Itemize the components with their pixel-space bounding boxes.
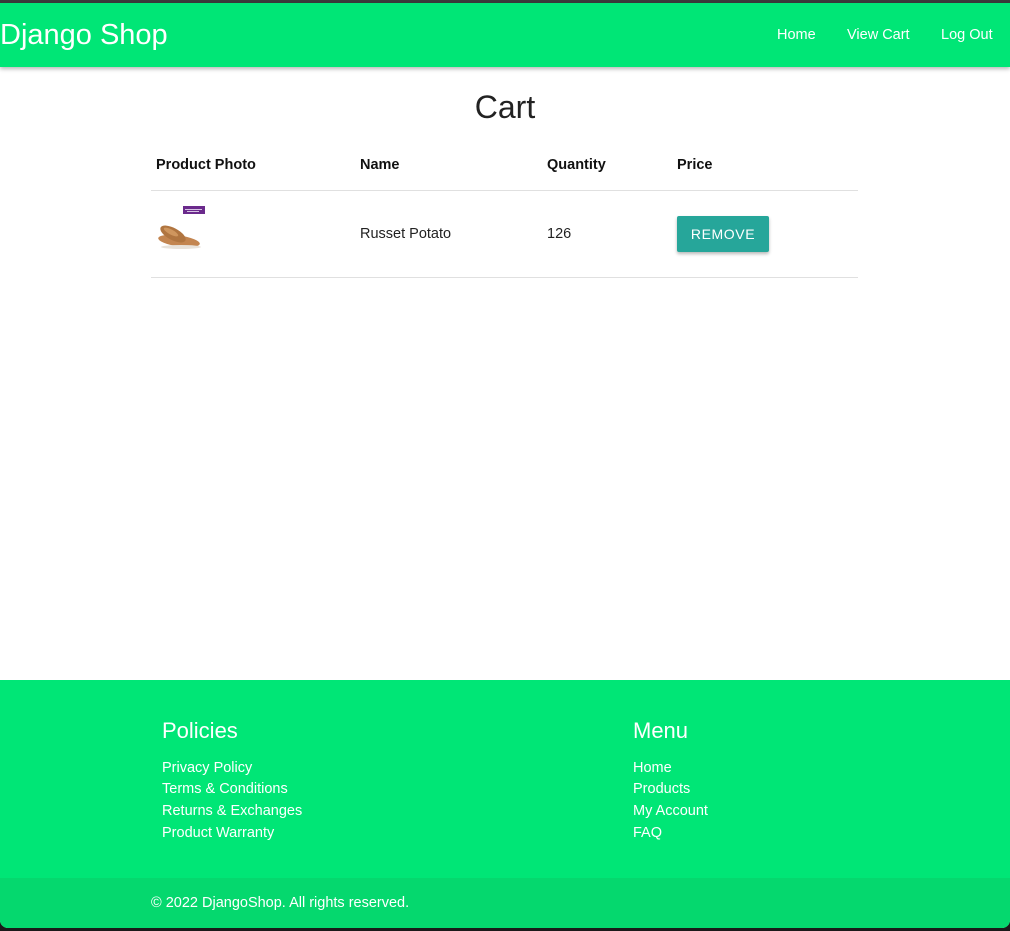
footer: Policies Privacy Policy Terms & Conditio… <box>0 680 1010 928</box>
nav-view-cart-link[interactable]: View Cart <box>847 25 910 45</box>
column-header-price: Price <box>677 157 713 173</box>
footer-link-home[interactable]: Home <box>633 759 672 777</box>
potato-image <box>158 206 205 249</box>
browser-window: Django Shop Home View Cart Log Out Cart … <box>0 0 1010 928</box>
footer-link-product-warranty[interactable]: Product Warranty <box>162 824 274 842</box>
nav-home-link[interactable]: Home <box>777 25 816 45</box>
footer-policies-heading: Policies <box>162 718 238 743</box>
nav-log-out-link[interactable]: Log Out <box>941 25 993 45</box>
footer-link-privacy-policy[interactable]: Privacy Policy <box>162 759 252 777</box>
column-header-quantity: Quantity <box>547 157 606 173</box>
footer-menu-heading: Menu <box>633 718 689 743</box>
footer-link-returns-exchanges[interactable]: Returns & Exchanges <box>162 802 302 820</box>
column-header-product-photo: Product Photo <box>156 157 256 173</box>
footer-link-terms-conditions[interactable]: Terms & Conditions <box>162 780 288 798</box>
brand-logo[interactable]: Django Shop <box>0 17 168 53</box>
footer-link-products[interactable]: Products <box>633 780 690 798</box>
footer-link-my-account[interactable]: My Account <box>633 802 708 820</box>
product-quantity: 126 <box>547 226 572 242</box>
page-title: Cart <box>474 89 536 125</box>
navbar: Django Shop Home View Cart Log Out <box>0 3 1010 67</box>
product-name: Russet Potato <box>360 226 452 242</box>
footer-copyright-bar: © 2022 DjangoShop. All rights reserved. <box>0 878 1010 928</box>
footer-link-faq[interactable]: FAQ <box>633 824 662 842</box>
remove-button[interactable]: REMOVE <box>677 216 769 252</box>
table-row-divider <box>151 277 858 278</box>
copyright-text: © 2022 DjangoShop. All rights reserved. <box>151 895 410 911</box>
table-header-divider <box>151 190 858 191</box>
column-header-name: Name <box>360 157 400 173</box>
